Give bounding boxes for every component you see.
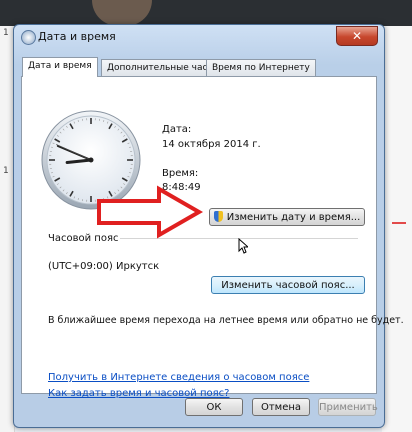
date-value: 14 октября 2014 г. <box>162 139 261 150</box>
timezone-info-link[interactable]: Получить в Интернете сведения о часовом … <box>48 372 309 383</box>
change-datetime-label: Изменить дату и время... <box>226 212 361 223</box>
title-bar: Дата и время ✕ <box>14 25 384 49</box>
time-label: Время: <box>162 168 199 179</box>
timezone-value: (UTC+09:00) Иркутск <box>48 261 160 272</box>
tab-strip: Дата и время Дополнительные часы Время п… <box>21 57 377 77</box>
tab-date-time[interactable]: Дата и время <box>22 57 98 77</box>
mouse-cursor-icon <box>238 238 248 254</box>
background-marker <box>392 222 406 224</box>
annotation-arrow-icon <box>97 185 204 239</box>
clock-app-icon <box>21 30 36 45</box>
background-right-panel <box>382 26 412 432</box>
clock-center <box>88 157 94 163</box>
change-datetime-button[interactable]: Изменить дату и время... <box>209 208 365 226</box>
change-timezone-button[interactable]: Изменить часовой пояс... <box>211 276 365 294</box>
dst-note: В ближайшее время перехода на летнее вре… <box>48 315 404 326</box>
uac-shield-icon <box>213 211 223 222</box>
background-video-strip <box>0 0 412 26</box>
tab-internet-time[interactable]: Время по Интернету <box>206 59 316 76</box>
ok-button[interactable]: ОК <box>185 398 243 416</box>
tab-additional-clocks[interactable]: Дополнительные часы <box>101 59 221 76</box>
close-button[interactable]: ✕ <box>336 26 378 46</box>
window-title: Дата и время <box>38 30 116 43</box>
background-number: 1 <box>3 28 9 38</box>
cancel-button[interactable]: Отмена <box>252 398 310 416</box>
background-number: 1 <box>3 166 9 176</box>
apply-button[interactable]: Применить <box>318 398 378 416</box>
date-label: Дата: <box>162 124 192 135</box>
